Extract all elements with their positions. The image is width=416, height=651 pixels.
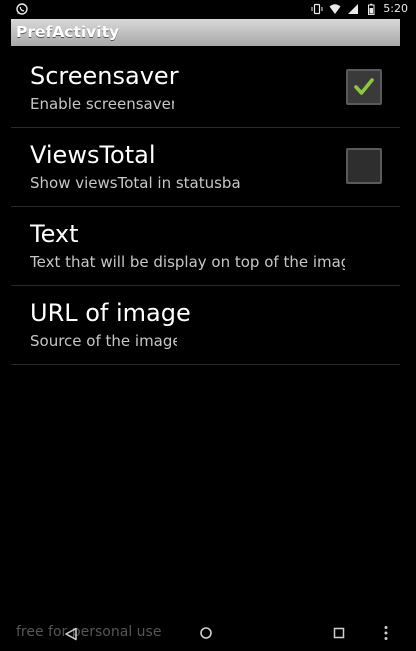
- signal-icon: [348, 4, 359, 14]
- pref-text[interactable]: Text Text that will be display on top of…: [11, 206, 400, 286]
- recents-icon[interactable]: [333, 627, 345, 639]
- pref-summary: Show viewsTotal in statusba: [30, 174, 241, 192]
- viewstotal-checkbox[interactable]: [346, 148, 382, 184]
- watermark-text: free for personal use: [16, 624, 162, 640]
- whatsapp-icon: [16, 3, 28, 15]
- pref-summary: Source of the image: [30, 332, 177, 350]
- pref-viewstotal[interactable]: ViewsTotal Show viewsTotal in statusba: [11, 127, 400, 207]
- overflow-menu-icon[interactable]: [383, 625, 389, 641]
- status-bar: 5:20: [0, 0, 416, 18]
- pref-title: Text: [30, 220, 79, 248]
- pref-title: URL of image: [30, 299, 191, 327]
- page-title: PrefActivity: [16, 23, 120, 41]
- pref-summary: Text that will be display on top of the …: [30, 253, 345, 271]
- pref-url-of-image[interactable]: URL of image Source of the image: [11, 285, 400, 365]
- wifi-icon: [329, 4, 341, 14]
- checkmark-icon: [354, 78, 374, 95]
- home-icon[interactable]: [199, 626, 213, 640]
- pref-title: ViewsTotal: [30, 141, 156, 169]
- action-bar: PrefActivity: [11, 19, 400, 46]
- back-icon[interactable]: [64, 627, 78, 641]
- vibrate-icon: [311, 3, 323, 15]
- status-time: 5:20: [383, 2, 408, 15]
- screensaver-checkbox[interactable]: [346, 69, 382, 105]
- pref-summary: Enable screensaver: [30, 95, 174, 113]
- pref-screensaver[interactable]: Screensaver Enable screensaver: [11, 48, 400, 128]
- pref-title: Screensaver: [30, 62, 179, 90]
- battery-icon: [368, 3, 375, 15]
